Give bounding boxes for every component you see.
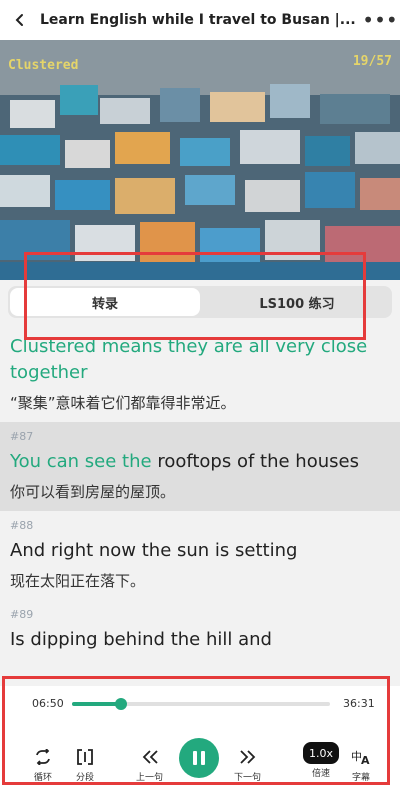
video-frame [0, 40, 400, 280]
subtitle-button[interactable]: 中A 字幕 [351, 746, 371, 783]
transcript-list[interactable]: Clustered means they are all very close … [0, 326, 400, 686]
video-overlay-text: Clustered [8, 58, 79, 73]
transcript-item[interactable]: #89 Is dipping behind the hill and [0, 600, 400, 661]
tab-bar: 转录 LS100 练习 [8, 286, 392, 318]
more-button[interactable]: ••• [360, 0, 400, 40]
speed-label: 倍速 [311, 769, 330, 779]
segment-remaining-text: rooftops of the houses [151, 451, 359, 472]
segment-chinese-text: 你可以看到房屋的屋顶。 [10, 483, 176, 501]
subtitle-label: 字幕 [351, 773, 370, 783]
tab-ls100-practice[interactable]: LS100 练习 [202, 286, 392, 318]
more-dots-icon: ••• [362, 8, 398, 32]
segment-english-text: Clustered means they are all very close … [10, 336, 368, 383]
transcript-item-active[interactable]: #87 You can see the rooftops of the hous… [0, 422, 400, 511]
loop-icon [34, 746, 52, 768]
next-sentence-button[interactable]: 下一句 [234, 746, 261, 783]
progress-thumb[interactable] [115, 698, 128, 710]
speed-button[interactable]: 1.0x 倍速 [303, 742, 339, 779]
segment-number: #87 [10, 430, 34, 443]
svg-text:A: A [361, 754, 370, 766]
app-screen: { "header": { "title": "Learn English wh… [0, 0, 400, 787]
total-time: 36:31 [343, 697, 375, 710]
page-title: Learn English while I travel to Busan |.… [40, 12, 356, 28]
segment-spoken-highlight: You can see the [10, 451, 152, 472]
next-icon [239, 746, 257, 768]
segment-button[interactable]: 分段 [76, 746, 94, 783]
next-label: 下一句 [234, 773, 262, 783]
segment-english-text: You can see the rooftops of the houses [10, 449, 390, 475]
progress-slider[interactable] [72, 698, 330, 710]
previous-label: 上一句 [136, 773, 164, 783]
back-button[interactable] [0, 0, 40, 40]
segment-label: 分段 [76, 773, 95, 783]
loop-button[interactable]: 循环 [34, 746, 52, 783]
segment-icon [76, 746, 94, 768]
segment-chinese-text: 现在太阳正在落下。 [10, 572, 146, 590]
transcript-item[interactable]: #88 And right now the sun is setting 现在太… [0, 511, 400, 600]
segment-english-text: Is dipping behind the hill and [10, 629, 272, 650]
segment-chinese-text: “聚集”意味着它们都靠得非常近。 [10, 394, 236, 412]
previous-icon [141, 746, 159, 768]
segment-english-text: And right now the sun is setting [10, 540, 298, 561]
video-player[interactable]: Clustered 19/57 [0, 40, 400, 280]
player-bar: 06:50 36:31 循环 分段 上一句 下一句 1.0x 倍速 中 A 字幕 [0, 686, 400, 787]
pause-button[interactable] [179, 738, 219, 778]
chevron-left-icon [15, 14, 23, 26]
loop-label: 循环 [34, 773, 53, 783]
progress-fill [72, 702, 122, 706]
transcript-item[interactable]: Clustered means they are all very close … [0, 326, 400, 422]
previous-sentence-button[interactable]: 上一句 [136, 746, 163, 783]
speed-value: 1.0x [303, 742, 339, 764]
pause-icon [191, 751, 207, 765]
segment-number: #88 [10, 519, 34, 532]
segment-number: #89 [10, 608, 34, 621]
current-time: 06:50 [32, 697, 64, 710]
top-bar: Learn English while I travel to Busan |.… [0, 0, 400, 40]
subtitle-icon: 中A [351, 746, 371, 768]
tab-transcript[interactable]: 转录 [10, 288, 200, 316]
video-counter: 19/57 [352, 54, 392, 69]
